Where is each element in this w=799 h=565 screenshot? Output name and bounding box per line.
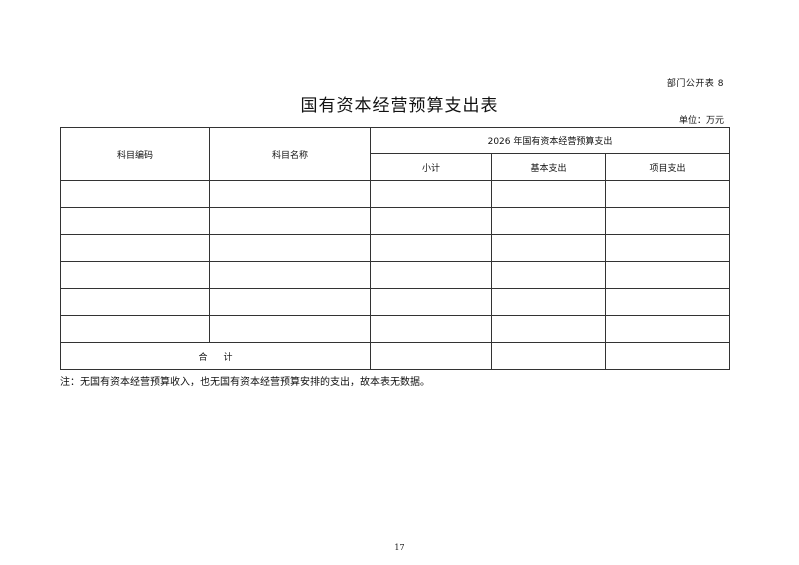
table-cell	[491, 288, 606, 316]
table-cell	[370, 207, 492, 235]
column-header-name: 科目名称	[209, 127, 371, 181]
total-row: 合计	[60, 342, 731, 370]
page-number: 17	[394, 543, 405, 552]
column-header-project: 项目支出	[604, 153, 731, 181]
table-cell	[491, 180, 606, 208]
column-header-subtotal: 小计	[370, 153, 492, 181]
table-cell	[370, 315, 492, 343]
table-cell	[60, 288, 210, 316]
page-label: 部门公开表 8	[666, 79, 724, 89]
table-row	[60, 315, 731, 343]
table-cell	[209, 315, 371, 343]
table-cell	[491, 315, 606, 343]
table-cell	[370, 288, 492, 316]
table-cell	[370, 261, 492, 289]
total-label: 合计	[60, 342, 371, 370]
table-cell	[60, 315, 210, 343]
table-cell	[491, 234, 606, 262]
table-cell	[209, 180, 371, 208]
table-cell	[209, 234, 371, 262]
column-group-header: 2026 年国有资本经营预算支出	[369, 127, 731, 154]
table-cell	[209, 207, 371, 235]
unit-label: 单位：万元	[678, 116, 724, 126]
table-cell	[370, 234, 492, 262]
table-row	[60, 180, 731, 208]
table-cell	[60, 180, 210, 208]
table-cell	[491, 207, 606, 235]
column-header-code: 科目编码	[60, 127, 210, 181]
table-cell	[604, 207, 731, 235]
table-cell	[60, 261, 210, 289]
table-row	[60, 234, 731, 262]
total-basic-cell	[491, 342, 606, 370]
total-subtotal-cell	[370, 342, 492, 370]
table-cell	[604, 180, 731, 208]
table-cell	[209, 288, 371, 316]
column-header-basic: 基本支出	[491, 153, 606, 181]
footnote: 注：无国有资本经营预算收入，也无国有资本经营预算安排的支出，故本表无数据。	[60, 377, 430, 388]
total-project-cell	[604, 342, 731, 370]
table-cell	[604, 234, 731, 262]
table-row	[60, 288, 731, 316]
table-cell	[604, 315, 731, 343]
table-cell	[604, 288, 731, 316]
table-cell	[604, 261, 731, 289]
table-row	[60, 207, 731, 235]
table-cell	[60, 234, 210, 262]
table-row	[60, 261, 731, 289]
budget-table: 科目编码 科目名称 2026 年国有资本经营预算支出 小计 基本支出 项目支出	[60, 127, 731, 370]
table-cell	[370, 180, 492, 208]
table-cell	[209, 261, 371, 289]
table-cell	[491, 261, 606, 289]
table-cell	[60, 207, 210, 235]
